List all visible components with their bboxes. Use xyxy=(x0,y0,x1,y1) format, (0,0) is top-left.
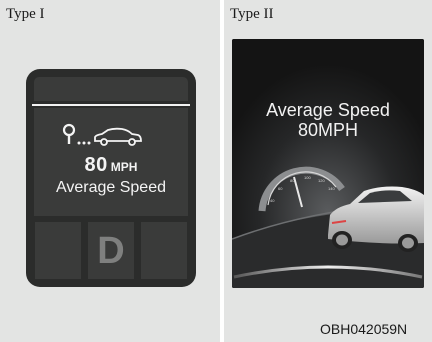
gauge-tick: 40 xyxy=(270,198,275,203)
location-pin-icon xyxy=(62,123,76,144)
speed-value: 80 xyxy=(84,154,108,176)
dots-icon xyxy=(77,141,91,145)
indicator-box-left xyxy=(35,222,81,279)
type-two-panel: Type II 40 60 80 100 120 140 Average Spe… xyxy=(224,0,432,342)
type-one-label: Type I xyxy=(6,6,45,22)
car-icon xyxy=(94,127,142,146)
gauge-tick: 140 xyxy=(328,186,335,191)
gear-letter: D xyxy=(97,230,125,272)
cluster-divider xyxy=(32,104,190,106)
gear-indicator: D xyxy=(88,222,134,279)
type-one-cluster: 80 MPH Average Speed D xyxy=(26,69,196,287)
indicator-box-right xyxy=(141,222,187,279)
trip-info-screen: 80 MPH Average Speed xyxy=(34,108,188,216)
type-two-display: 40 60 80 100 120 140 Average Speed 80MPH xyxy=(232,39,424,288)
speed-unit: MPH xyxy=(110,160,138,174)
type-two-label: Type II xyxy=(230,6,274,22)
gauge-tick: 100 xyxy=(304,175,311,180)
speed-readout: 80 MPH xyxy=(34,154,188,177)
gauge-tick: 80 xyxy=(290,178,295,183)
type-one-panel: Type I 80 MPH Average Speed D xyxy=(0,0,220,342)
gauge-tick: 120 xyxy=(318,178,325,183)
average-speed-caption: Average Speed xyxy=(55,179,166,196)
display-speed: 80MPH xyxy=(297,120,359,140)
display-title: Average Speed xyxy=(266,100,390,120)
cluster-top-segment xyxy=(34,77,188,101)
gauge-tick: 60 xyxy=(278,186,283,191)
figure-code: OBH042059N xyxy=(320,321,408,337)
trip-route-icons xyxy=(62,123,142,146)
display-artwork: 40 60 80 100 120 140 xyxy=(232,39,424,288)
